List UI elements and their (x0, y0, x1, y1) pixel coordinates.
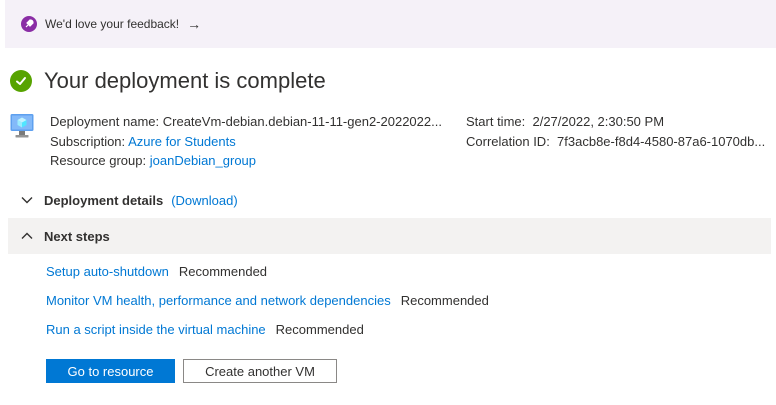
arrow-right-icon[interactable]: → (187, 17, 201, 31)
run-script-link[interactable]: Run a script inside the virtual machine (46, 322, 266, 337)
recommended-tag: Recommended (275, 322, 364, 337)
recommended-tag: Recommended (400, 293, 489, 308)
deployment-name-row: Deployment name: CreateVm-debian.debian-… (50, 112, 442, 132)
feedback-bar[interactable]: We'd love your feedback! → (5, 0, 776, 48)
recommended-tag: Recommended (178, 264, 268, 279)
start-time-label: Start time: (466, 114, 526, 129)
next-step-item: Setup auto-shutdown Recommended (46, 264, 267, 279)
setup-auto-shutdown-link[interactable]: Setup auto-shutdown (46, 264, 169, 279)
deployment-name-value: CreateVm-debian.debian-11-11-gen2-202202… (162, 114, 442, 129)
deployment-name-label: Deployment name: (50, 114, 160, 129)
go-to-resource-button[interactable]: Go to resource (46, 359, 175, 383)
subscription-link[interactable]: Azure for Students (128, 134, 236, 149)
resource-group-row: Resource group: joanDebian_group (50, 151, 442, 171)
next-steps-title[interactable]: Next steps (44, 229, 110, 244)
resource-group-link[interactable]: joanDebian_group (150, 153, 256, 168)
page-title: Your deployment is complete (44, 68, 326, 93)
subscription-row: Subscription: Azure for Students (50, 132, 442, 152)
correlation-id-label: Correlation ID: (466, 133, 550, 149)
start-time-row: Start time: 2/27/2022, 2:30:50 PM (466, 112, 765, 132)
resource-group-label: Resource group: (50, 153, 147, 168)
rocket-icon (21, 16, 37, 32)
correlation-id-row: Correlation ID: 7f3acb8e-f8d4-4580-87a6-… (466, 132, 765, 152)
next-step-item: Monitor VM health, performance and netwo… (46, 293, 489, 308)
start-time-value: 2/27/2022, 2:30:50 PM (532, 114, 665, 129)
deployment-info-right: Start time: 2/27/2022, 2:30:50 PM Correl… (466, 112, 765, 151)
next-step-item: Run a script inside the virtual machine R… (46, 322, 364, 337)
subscription-label: Subscription: (50, 133, 126, 149)
download-link[interactable]: (Download) (171, 193, 237, 208)
chevron-down-icon[interactable] (20, 193, 34, 207)
monitor-vm-health-link[interactable]: Monitor VM health, performance and netwo… (46, 293, 391, 308)
create-another-vm-button[interactable]: Create another VM (183, 359, 337, 383)
checkmark-circle-icon (10, 70, 32, 92)
deployment-info-left: Deployment name: CreateVm-debian.debian-… (50, 112, 442, 171)
title-row: Your deployment is complete (10, 68, 326, 94)
correlation-id-value: 7f3acb8e-f8d4-4580-87a6-1070db... (557, 133, 766, 149)
chevron-up-icon[interactable] (20, 229, 34, 243)
virtual-machine-icon (10, 114, 34, 138)
next-steps-section[interactable]: Next steps (8, 218, 771, 254)
deployment-details-section[interactable]: Deployment details (Download) (8, 182, 771, 218)
deployment-details-title[interactable]: Deployment details (44, 193, 163, 208)
feedback-text[interactable]: We'd love your feedback! (45, 17, 179, 31)
